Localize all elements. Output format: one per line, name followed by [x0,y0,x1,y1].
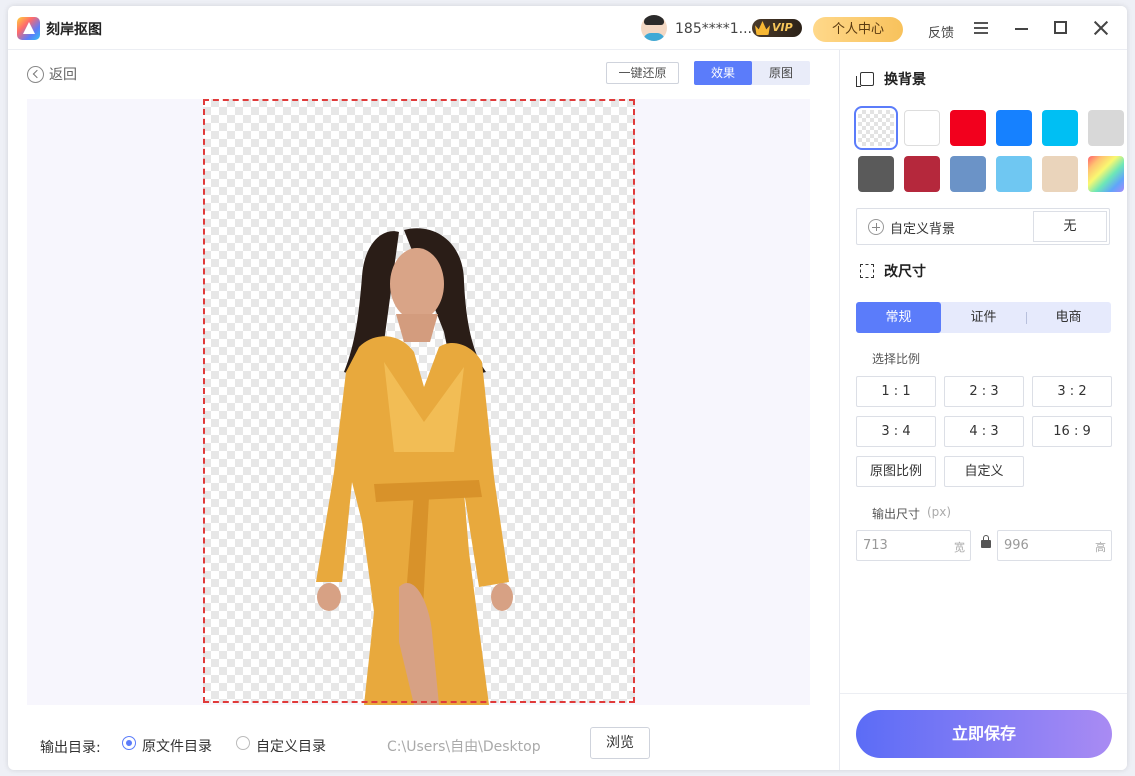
swatch-dark-gray[interactable] [858,156,894,192]
crop-frame[interactable] [203,99,635,703]
size-tabs: 常规 证件 电商 [856,302,1111,333]
settings-panel: 换背景 自定义背景 无 改尺寸 常规 证件 电商 选择比例 1 : 1 2 : … [839,50,1127,770]
ratio-3-2-button[interactable]: 3 : 2 [1032,376,1112,407]
lock-icon[interactable] [981,535,991,548]
swatch-transparent[interactable] [854,106,898,150]
vip-badge[interactable]: VIP [752,19,802,37]
tab-id-photo[interactable]: 证件 [941,302,1026,333]
app-window: 刻岸抠图 185****1... VIP 个人中心 反馈 返回 一键还原 效果 … [8,6,1127,770]
app-title: 刻岸抠图 [46,22,102,38]
resize-icon [860,264,874,278]
height-unit: 高 [1095,541,1106,554]
swatch-blue[interactable] [996,110,1032,146]
custom-background-row: 自定义背景 无 [856,208,1110,245]
browse-button[interactable]: 浏览 [590,727,650,759]
minimize-icon[interactable] [1015,28,1028,30]
maximize-icon[interactable] [1054,21,1067,34]
output-path: C:\Users\自由\Desktop [387,739,541,755]
back-label: 返回 [49,67,77,83]
swatch-steel-blue[interactable] [950,156,986,192]
menu-icon[interactable] [974,22,988,34]
custom-background-label[interactable]: 自定义背景 [890,218,955,237]
original-toggle[interactable]: 原图 [752,61,810,85]
panel-divider [840,693,1127,694]
swatch-red[interactable] [950,110,986,146]
vip-label: VIP [772,21,793,34]
swatch-cyan[interactable] [1042,110,1078,146]
output-size-label: 输出尺寸 [872,507,921,521]
swatch-rainbow[interactable] [1088,156,1124,192]
height-value: 996 [1004,538,1029,553]
swatch-white[interactable] [904,110,940,146]
original-dir-radio[interactable] [122,736,136,750]
ratio-3-4-button[interactable]: 3 : 4 [856,416,936,447]
ratio-2-3-button[interactable]: 2 : 3 [944,376,1024,407]
output-bar: 输出目录: 原文件目录 自定义目录 C:\Users\自由\Desktop 浏览 [8,714,839,770]
ratio-16-9-button[interactable]: 16 : 9 [1032,416,1112,447]
crown-icon [755,21,770,35]
width-value: 713 [863,538,888,553]
resize-section-title: 改尺寸 [884,264,926,280]
height-input[interactable]: 996 高 [997,530,1112,561]
output-size-unit: (px) [927,505,952,519]
image-canvas[interactable] [27,99,810,705]
width-input[interactable]: 713 宽 [856,530,971,561]
back-arrow-icon [27,65,44,83]
original-dir-label[interactable]: 原文件目录 [142,736,212,756]
swatch-beige[interactable] [1042,156,1078,192]
swatch-crimson[interactable] [904,156,940,192]
output-dir-label: 输出目录: [40,740,101,756]
background-section-title: 换背景 [884,72,926,88]
avatar[interactable] [641,15,667,41]
app-logo-icon [17,17,40,40]
ratio-1-1-button[interactable]: 1 : 1 [856,376,936,407]
swatch-sky-blue[interactable] [996,156,1032,192]
background-icon [856,72,874,87]
personal-center-button[interactable]: 个人中心 [813,17,903,42]
custom-dir-radio[interactable] [236,736,250,750]
tab-regular[interactable]: 常规 [856,302,941,333]
original-ratio-button[interactable]: 原图比例 [856,456,936,487]
custom-dir-label[interactable]: 自定义目录 [256,736,326,756]
ratio-4-3-button[interactable]: 4 : 3 [944,416,1024,447]
ratio-label: 选择比例 [872,352,921,366]
swatch-light-gray[interactable] [1088,110,1124,146]
restore-button[interactable]: 一键还原 [606,62,679,84]
effect-toggle[interactable]: 效果 [694,61,752,85]
feedback-link[interactable]: 反馈 [928,22,954,41]
user-name[interactable]: 185****1... [675,21,752,37]
save-now-button[interactable]: 立即保存 [856,710,1112,758]
custom-background-value[interactable]: 无 [1033,211,1107,242]
title-bar: 刻岸抠图 185****1... VIP 个人中心 反馈 [8,6,1127,50]
view-toggle: 效果 原图 [694,61,810,85]
plus-circle-icon[interactable] [868,219,884,235]
close-icon[interactable] [1093,20,1109,36]
back-button[interactable]: 返回 [27,64,77,84]
tab-ecommerce[interactable]: 电商 [1026,302,1111,333]
width-unit: 宽 [954,541,965,554]
custom-ratio-button[interactable]: 自定义 [944,456,1024,487]
